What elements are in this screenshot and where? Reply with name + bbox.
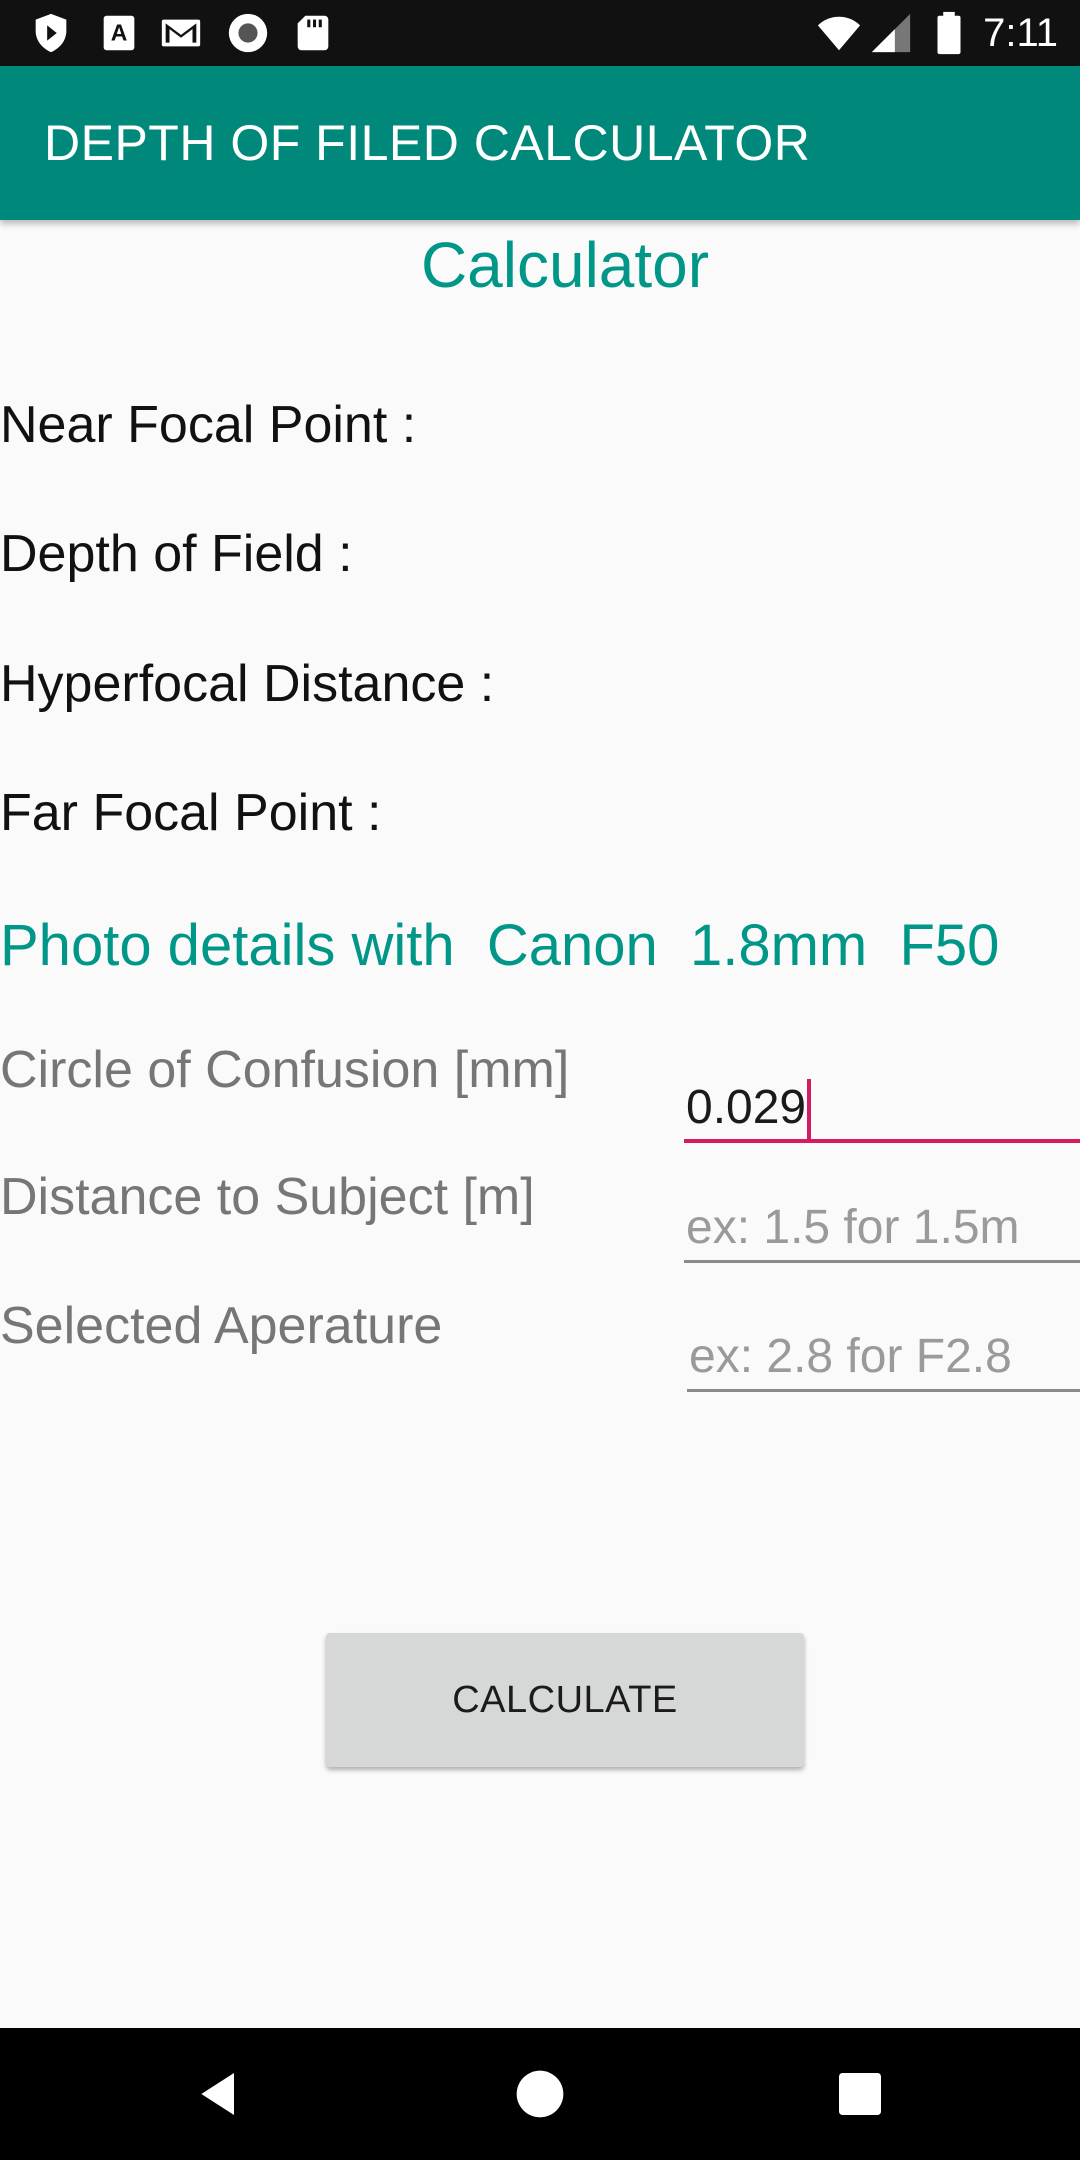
- selected-aperature-label: Selected Aperature: [0, 1297, 443, 1355]
- photo-details-heading: Photo details with Canon 1.8mm F50: [0, 913, 1000, 978]
- recents-icon[interactable]: [832, 2066, 888, 2122]
- selected-aperature-input[interactable]: ex: 2.8 for F2.8: [687, 1322, 1080, 1392]
- accessibility-a-icon: A: [96, 10, 142, 56]
- calculate-button[interactable]: CALCULATE: [326, 1633, 804, 1767]
- circle-of-confusion-label: Circle of Confusion [mm]: [0, 1041, 570, 1099]
- battery-icon: [926, 10, 972, 56]
- far-focal-point-label: Far Focal Point :: [0, 784, 382, 842]
- navigation-bar: [0, 2028, 1080, 2160]
- circle-of-confusion-value: 0.029: [686, 1081, 807, 1134]
- distance-to-subject-label: Distance to Subject [m]: [0, 1168, 535, 1226]
- text-cursor: [807, 1079, 812, 1139]
- cell-signal-icon: [868, 10, 914, 56]
- distance-to-subject-input[interactable]: ex: 1.5 for 1.5m: [684, 1193, 1080, 1263]
- app-bar: DEPTH OF FILED CALCULATOR: [0, 66, 1080, 220]
- near-focal-point-label: Near Focal Point :: [0, 396, 417, 454]
- section-title: Calculator: [420, 229, 710, 301]
- gmail-icon: [158, 10, 204, 56]
- back-icon[interactable]: [192, 2066, 248, 2122]
- depth-of-field-label: Depth of Field :: [0, 525, 353, 583]
- svg-text:A: A: [111, 20, 128, 46]
- selected-aperature-placeholder: ex: 2.8 for F2.8: [689, 1330, 1012, 1383]
- wifi-icon: [816, 10, 862, 56]
- app-title: DEPTH OF FILED CALCULATOR: [44, 115, 811, 171]
- status-bar: A 7:11: [0, 0, 1080, 66]
- hyperfocal-distance-label: Hyperfocal Distance :: [0, 655, 495, 713]
- home-icon[interactable]: [512, 2066, 568, 2122]
- sd-card-icon: [290, 10, 336, 56]
- shield-icon: [28, 10, 74, 56]
- status-time: 7:11: [983, 11, 1058, 55]
- circle-of-confusion-input[interactable]: 0.029: [684, 1073, 1080, 1143]
- record-icon: [225, 10, 271, 56]
- distance-to-subject-placeholder: ex: 1.5 for 1.5m: [686, 1201, 1020, 1254]
